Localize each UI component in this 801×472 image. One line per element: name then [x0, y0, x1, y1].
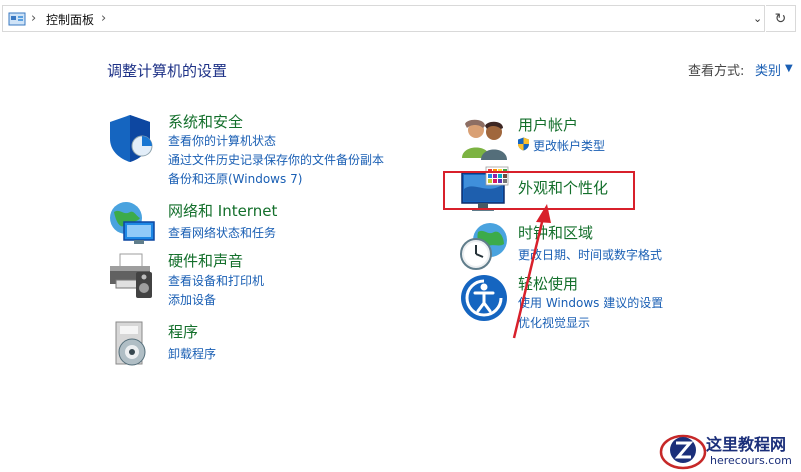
chevron-right-icon: › [31, 11, 37, 26]
link-change-account-type[interactable]: 更改帐户类型 [533, 137, 605, 154]
programs-disc-icon[interactable] [108, 318, 160, 370]
link-optimize-visual-display[interactable]: 优化视觉显示 [518, 314, 590, 331]
view-by-dropdown[interactable]: 类别 [755, 60, 781, 79]
link-file-history[interactable]: 通过文件历史记录保存你的文件备份副本 [168, 151, 384, 168]
printer-icon[interactable] [106, 250, 158, 302]
network-globe-icon[interactable] [106, 198, 158, 250]
category-title-ease-of-access[interactable]: 轻松使用 [518, 273, 578, 294]
annotation-highlight-box [443, 171, 635, 210]
category-title-user-accounts[interactable]: 用户帐户 [518, 114, 578, 135]
caret-down-icon[interactable]: ▼ [785, 60, 793, 78]
uac-shield-icon [518, 137, 529, 151]
link-change-date-time-format[interactable]: 更改日期、时间或数字格式 [518, 246, 662, 263]
breadcrumb[interactable]: 控制面板 [46, 11, 94, 29]
category-title-clock-and-region[interactable]: 时钟和区域 [518, 222, 593, 243]
category-title-hardware-and-sound[interactable]: 硬件和声音 [168, 250, 243, 271]
shield-icon[interactable] [106, 112, 158, 164]
chevron-down-icon[interactable]: ⌄ [753, 10, 762, 28]
link-network-status[interactable]: 查看网络状态和任务 [168, 224, 276, 241]
page-title: 调整计算机的设置 [107, 62, 228, 80]
link-view-computer-status[interactable]: 查看你的计算机状态 [168, 132, 276, 149]
link-add-device[interactable]: 添加设备 [168, 291, 216, 308]
category-title-programs[interactable]: 程序 [168, 321, 198, 342]
watermark-title: 这里教程网 [706, 435, 787, 454]
refresh-icon: ↻ [774, 10, 787, 27]
chevron-right-icon[interactable]: › [101, 10, 106, 28]
link-devices-printers[interactable]: 查看设备和打印机 [168, 272, 264, 289]
address-field[interactable]: › 控制面板 › ⌄ [2, 5, 765, 32]
category-title-network-and-internet[interactable]: 网络和 Internet [168, 200, 277, 221]
address-bar: › 控制面板 › ⌄ ↻ [0, 5, 801, 34]
category-title-system-and-security[interactable]: 系统和安全 [168, 111, 243, 132]
link-windows-recommended-settings[interactable]: 使用 Windows 建议的设置 [518, 294, 663, 311]
refresh-button[interactable]: ↻ [766, 5, 796, 32]
link-backup-restore[interactable]: 备份和还原(Windows 7) [168, 170, 302, 187]
clock-globe-icon[interactable] [458, 220, 510, 272]
ease-of-access-icon[interactable] [459, 273, 511, 325]
control-panel-icon [8, 12, 26, 26]
watermark-url: herecours.com [710, 454, 792, 467]
link-uninstall-program[interactable]: 卸载程序 [168, 345, 216, 362]
view-by-label: 查看方式: [688, 64, 745, 79]
users-icon[interactable] [459, 114, 511, 166]
